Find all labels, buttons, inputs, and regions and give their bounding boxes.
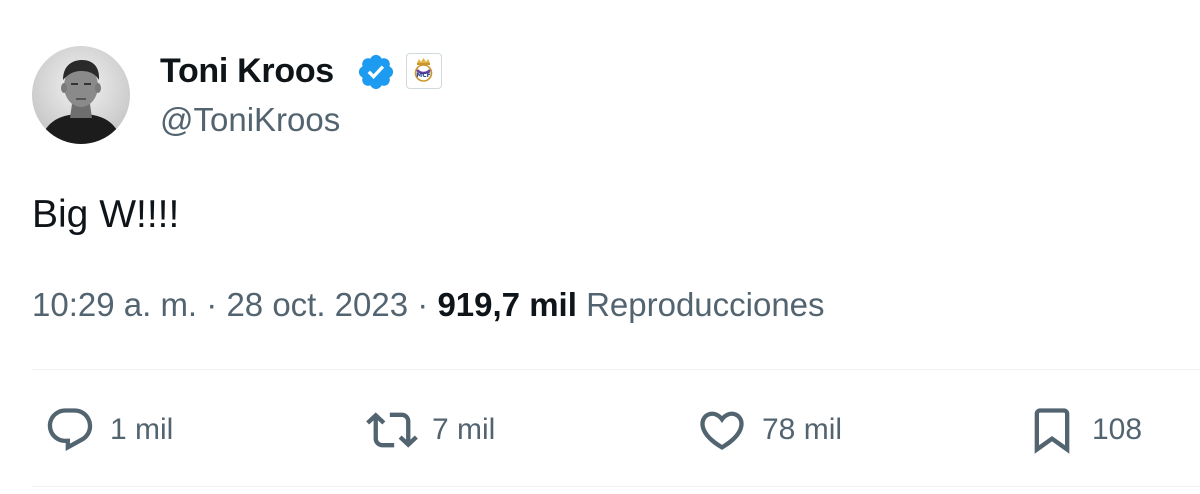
views-link[interactable]: 919,7 mil Reproducciones [437,286,824,323]
reply-count: 1 mil [110,413,174,446]
real-madrid-crest-icon[interactable]: MCF [406,53,442,89]
retweet-button[interactable]: 7 mil [366,404,495,456]
retweet-icon [366,412,418,448]
tweet-time[interactable]: 10:29 a. m. [32,286,197,323]
heart-icon [700,411,744,450]
views-count: 919,7 mil [437,286,577,323]
avatar-photo [32,46,130,144]
reply-button[interactable]: 1 mil [44,404,173,456]
tweet-card: Toni Kroos MCF @ToniKroos Big W!!!! 10:2… [0,0,1200,494]
svg-text:MCF: MCF [416,72,430,79]
bookmark-count: 108 [1092,413,1143,446]
author-display-name[interactable]: Toni Kroos [160,50,334,92]
divider [32,486,1200,487]
divider [32,369,1200,370]
meta-separator: · [206,286,218,323]
tweet-meta: 10:29 a. m. · 28 oct. 2023 · 919,7 mil R… [32,284,825,326]
author-avatar[interactable] [32,46,130,144]
bookmark-icon [1034,408,1070,454]
like-count: 78 mil [762,413,843,446]
tweet-date[interactable]: 28 oct. 2023 [226,286,408,323]
retweet-count: 7 mil [432,413,496,446]
author-handle[interactable]: @ToniKroos [160,100,340,140]
like-button[interactable]: 78 mil [696,404,842,456]
reply-icon [47,408,93,452]
bookmark-button[interactable]: 108 [1026,404,1142,456]
views-label: Reproducciones [586,286,825,323]
tweet-text: Big W!!!! [32,193,180,236]
verified-badge-icon[interactable] [356,52,396,92]
meta-separator: · [417,286,429,323]
